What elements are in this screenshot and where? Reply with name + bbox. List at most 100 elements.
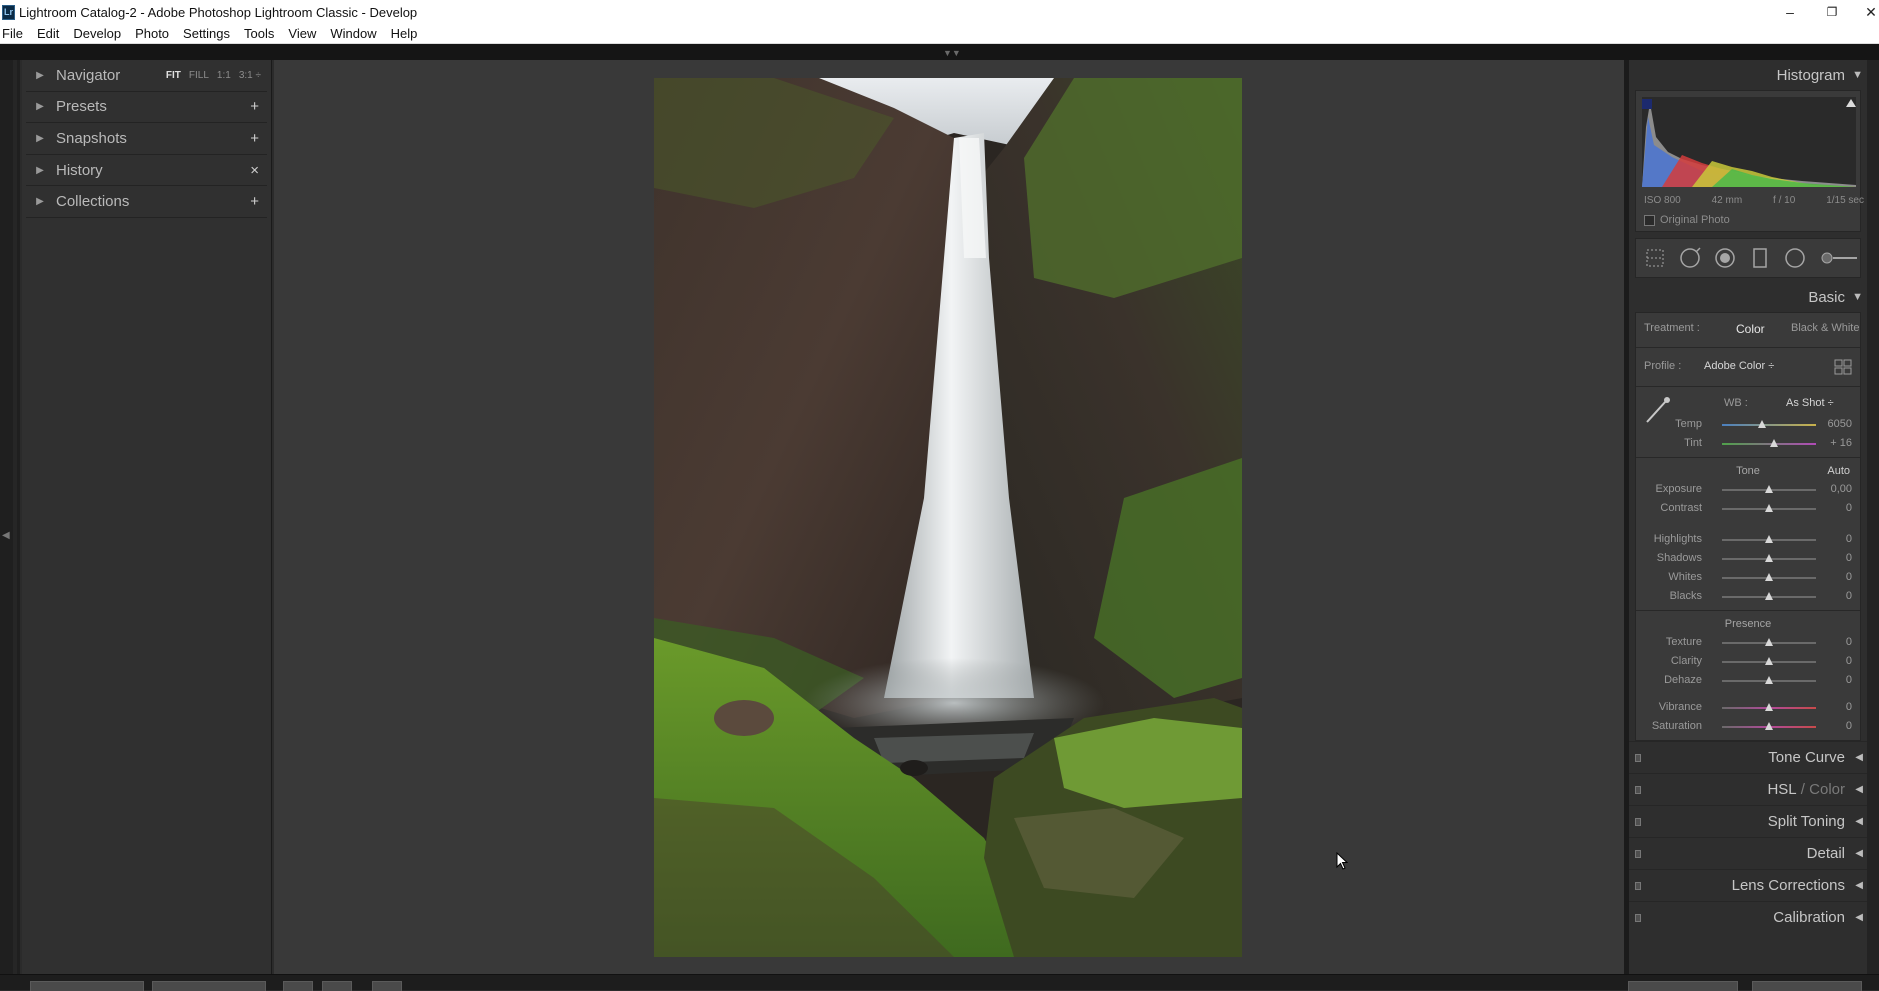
expand-triangle-icon[interactable]: ◀ — [1855, 848, 1863, 859]
left-panel-toggle-icon[interactable]: ◀ — [2, 530, 10, 541]
menu-window[interactable]: Window — [330, 26, 376, 41]
color-label[interactable]: Color — [1809, 781, 1845, 798]
expand-triangle-icon[interactable]: ▶ — [30, 70, 50, 81]
vibrance-value[interactable]: 0 — [1846, 701, 1852, 713]
profile-browser-icon[interactable] — [1834, 359, 1852, 375]
hsl-label[interactable]: HSL — [1767, 781, 1796, 798]
histogram-header[interactable]: Histogram ▼ — [1629, 60, 1867, 90]
menu-edit[interactable]: Edit — [37, 26, 59, 41]
tint-value[interactable]: + 16 — [1830, 437, 1852, 449]
vibrance-slider-thumb[interactable] — [1765, 703, 1773, 711]
wb-select[interactable]: As Shot ÷ — [1786, 397, 1834, 409]
graduated-filter-icon[interactable] — [1749, 247, 1771, 269]
left-panel-grip[interactable] — [13, 60, 17, 990]
texture-value[interactable]: 0 — [1846, 636, 1852, 648]
basic-header[interactable]: Basic ▼ — [1629, 282, 1867, 312]
shadow-clipping-indicator[interactable] — [1642, 99, 1652, 109]
zoom-3-1[interactable]: 3:1 ÷ — [239, 70, 261, 81]
top-panel-toggle-strip[interactable]: ▼▼ — [0, 44, 1879, 60]
lens-corrections-header[interactable]: Lens Corrections ◀ — [1629, 869, 1867, 901]
dehaze-slider-thumb[interactable] — [1765, 676, 1773, 684]
temp-slider-track[interactable] — [1722, 424, 1816, 426]
contrast-slider-thumb[interactable] — [1765, 504, 1773, 512]
menu-tools[interactable]: Tools — [244, 26, 274, 41]
expand-triangle-icon[interactable]: ▶ — [30, 101, 50, 112]
tone-curve-header[interactable]: Tone Curve ◀ — [1629, 741, 1867, 773]
zoom-fit[interactable]: FIT — [166, 70, 181, 81]
profile-select[interactable]: Adobe Color ÷ — [1704, 360, 1774, 372]
expand-triangle-icon[interactable]: ▶ — [30, 165, 50, 176]
collections-header[interactable]: ▶ Collections + — [26, 186, 267, 218]
zoom-fill[interactable]: FILL — [189, 70, 209, 81]
dehaze-value[interactable]: 0 — [1846, 674, 1852, 686]
panel-switch-icon[interactable] — [1635, 881, 1641, 890]
whites-slider-thumb[interactable] — [1765, 573, 1773, 581]
history-header[interactable]: ▶ History × — [26, 155, 267, 187]
radial-filter-icon[interactable] — [1784, 247, 1806, 269]
minimize-button[interactable]: – — [1770, 0, 1810, 24]
menu-photo[interactable]: Photo — [135, 26, 169, 41]
hsl-color-header[interactable]: HSL / Color ◀ — [1629, 773, 1867, 805]
exposure-slider-thumb[interactable] — [1765, 485, 1773, 493]
tint-slider-thumb[interactable] — [1769, 439, 1778, 447]
navigator-header[interactable]: ▶ Navigator FIT FILL 1:1 3:1 ÷ — [26, 60, 267, 92]
shadows-value[interactable]: 0 — [1846, 552, 1852, 564]
panel-switch-icon[interactable] — [1635, 785, 1641, 794]
add-snapshot-icon[interactable]: + — [250, 130, 259, 147]
expand-triangle-icon[interactable]: ▶ — [30, 133, 50, 144]
split-toning-header[interactable]: Split Toning ◀ — [1629, 805, 1867, 837]
collapse-triangle-icon[interactable]: ▼ — [1852, 291, 1863, 303]
add-collection-icon[interactable]: + — [250, 193, 259, 210]
clarity-value[interactable]: 0 — [1846, 655, 1852, 667]
highlights-value[interactable]: 0 — [1846, 533, 1852, 545]
crop-overlay-icon[interactable] — [1644, 247, 1666, 269]
menu-settings[interactable]: Settings — [183, 26, 230, 41]
menu-file[interactable]: File — [2, 26, 23, 41]
auto-tone-button[interactable]: Auto — [1827, 462, 1850, 480]
menu-help[interactable]: Help — [391, 26, 418, 41]
expand-triangle-icon[interactable]: ◀ — [1855, 912, 1863, 923]
left-panel-edge[interactable]: ◀ — [0, 60, 20, 990]
menu-develop[interactable]: Develop — [73, 26, 121, 41]
expand-triangle-icon[interactable]: ◀ — [1855, 880, 1863, 891]
snapshots-header[interactable]: ▶ Snapshots + — [26, 123, 267, 155]
expand-triangle-icon[interactable]: ▶ — [30, 196, 50, 207]
panel-switch-icon[interactable] — [1635, 817, 1641, 826]
presets-header[interactable]: ▶ Presets + — [26, 92, 267, 124]
expand-triangle-icon[interactable]: ◀ — [1855, 784, 1863, 795]
shadows-slider-thumb[interactable] — [1765, 554, 1773, 562]
saturation-value[interactable]: 0 — [1846, 720, 1852, 732]
zoom-1-1[interactable]: 1:1 — [217, 70, 231, 81]
red-eye-icon[interactable] — [1714, 247, 1736, 269]
blacks-slider-thumb[interactable] — [1765, 592, 1773, 600]
blacks-value[interactable]: 0 — [1846, 590, 1852, 602]
highlights-slider-thumb[interactable] — [1765, 535, 1773, 543]
texture-slider-thumb[interactable] — [1765, 638, 1773, 646]
original-photo-checkbox[interactable] — [1644, 214, 1655, 226]
panel-switch-icon[interactable] — [1635, 849, 1641, 858]
waterfall-photo[interactable] — [654, 78, 1242, 957]
right-panel-scrollbar[interactable] — [1867, 60, 1879, 974]
panel-switch-icon[interactable] — [1635, 753, 1641, 762]
temp-value[interactable]: 6050 — [1828, 418, 1852, 430]
collapse-triangle-icon[interactable]: ▼ — [1852, 69, 1863, 81]
temp-slider-thumb[interactable] — [1758, 420, 1767, 428]
treatment-bw-button[interactable]: Black & White — [1791, 322, 1859, 334]
whites-value[interactable]: 0 — [1846, 571, 1852, 583]
expand-triangle-icon[interactable]: ◀ — [1855, 816, 1863, 827]
add-preset-icon[interactable]: + — [250, 98, 259, 115]
treatment-color-button[interactable]: Color — [1736, 322, 1765, 336]
restore-button[interactable]: ❐ — [1812, 0, 1852, 24]
spot-removal-icon[interactable] — [1679, 247, 1701, 269]
calibration-header[interactable]: Calibration ◀ — [1629, 901, 1867, 933]
panel-switch-icon[interactable] — [1635, 913, 1641, 922]
exposure-value[interactable]: 0,00 — [1831, 483, 1852, 495]
clarity-slider-thumb[interactable] — [1765, 657, 1773, 665]
expand-triangle-icon[interactable]: ◀ — [1855, 752, 1863, 763]
adjustment-brush-icon[interactable] — [1819, 247, 1859, 269]
detail-header[interactable]: Detail ◀ — [1629, 837, 1867, 869]
menu-view[interactable]: View — [288, 26, 316, 41]
clear-history-icon[interactable]: × — [250, 162, 259, 179]
top-panel-toggle-icon[interactable]: ▼▼ — [943, 48, 961, 58]
close-button[interactable]: ✕ — [1851, 0, 1879, 24]
